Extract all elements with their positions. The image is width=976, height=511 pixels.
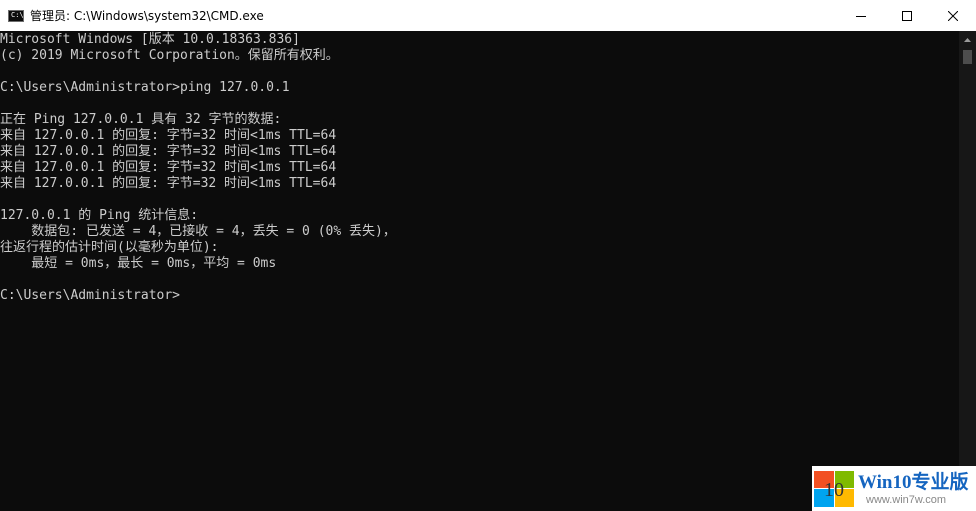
- watermark: 10 Win10专业版 www.win7w.com: [812, 466, 976, 511]
- console-line: 来自 127.0.0.1 的回复: 字节=32 时间<1ms TTL=64: [0, 176, 337, 191]
- watermark-url: www.win7w.com: [866, 493, 947, 506]
- scroll-up-button[interactable]: [959, 31, 976, 48]
- console-icon[interactable]: C:\: [8, 9, 24, 22]
- console-line: 数据包: 已发送 = 4，已接收 = 4，丢失 = 0 (0% 丢失)，: [0, 224, 396, 239]
- console-line: 来自 127.0.0.1 的回复: 字节=32 时间<1ms TTL=64: [0, 144, 337, 159]
- console-line: 正在 Ping 127.0.0.1 具有 32 字节的数据:: [0, 112, 282, 127]
- console-line: C:\Users\Administrator>ping 127.0.0.1: [0, 80, 290, 95]
- minimize-button[interactable]: [838, 0, 884, 31]
- console-prompt-line: C:\Users\Administrator>: [0, 288, 181, 303]
- watermark-text: Win10专业版 www.win7w.com: [858, 472, 969, 506]
- close-button[interactable]: [930, 0, 976, 31]
- console-output[interactable]: Microsoft Windows [版本 10.0.18363.836] (c…: [0, 31, 959, 511]
- console-icon-glyph: C:\: [11, 10, 24, 19]
- console-line: 来自 127.0.0.1 的回复: 字节=32 时间<1ms TTL=64: [0, 160, 337, 175]
- close-icon: [948, 10, 958, 21]
- watermark-brand: Win10专业版: [858, 471, 969, 493]
- maximize-icon: [902, 10, 912, 21]
- console-line: 最短 = 0ms，最长 = 0ms，平均 = 0ms: [0, 256, 277, 271]
- console-line: 来自 127.0.0.1 的回复: 字节=32 时间<1ms TTL=64: [0, 128, 337, 143]
- minimize-icon: [856, 15, 866, 17]
- vertical-scrollbar[interactable]: [959, 31, 976, 511]
- console-line: 127.0.0.1 的 Ping 统计信息:: [0, 208, 199, 223]
- console-line: Microsoft Windows [版本 10.0.18363.836]: [0, 32, 300, 47]
- console-line: (c) 2019 Microsoft Corporation。保留所有权利。: [0, 48, 339, 63]
- window-controls: [838, 0, 976, 31]
- scroll-up-arrow-icon: [964, 37, 971, 42]
- windows-logo-icon: 10: [814, 470, 854, 507]
- scroll-thumb[interactable]: [963, 50, 972, 64]
- watermark-logo-number: 10: [824, 478, 844, 501]
- cmd-window: C:\ 管理员: C:\Windows\system32\CMD.exe Mic…: [0, 0, 976, 511]
- title-bar[interactable]: C:\ 管理员: C:\Windows\system32\CMD.exe: [0, 0, 976, 31]
- maximize-button[interactable]: [884, 0, 930, 31]
- window-title: 管理员: C:\Windows\system32\CMD.exe: [30, 9, 264, 23]
- console-line: 往返行程的估计时间(以毫秒为单位):: [0, 240, 219, 255]
